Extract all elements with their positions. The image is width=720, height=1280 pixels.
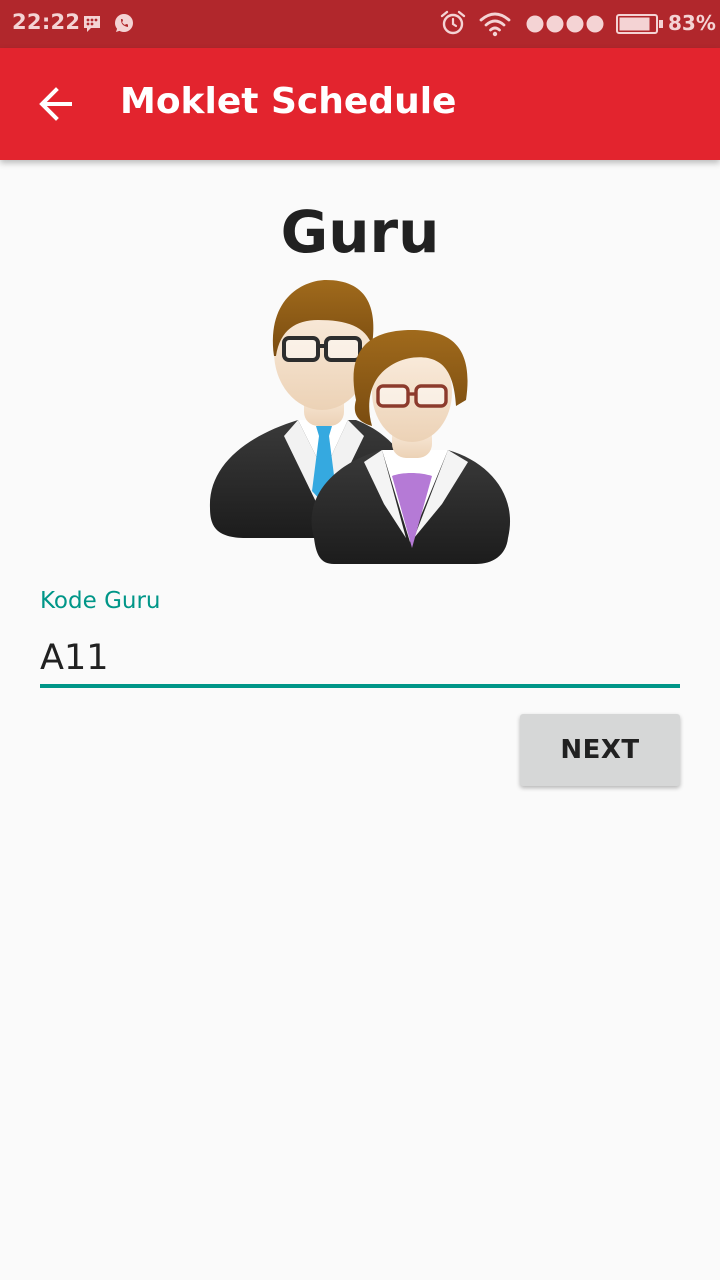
input-underline bbox=[40, 684, 680, 688]
alarm-icon bbox=[440, 10, 466, 35]
battery-icon bbox=[616, 14, 663, 34]
teachers-icon bbox=[209, 280, 511, 564]
arrow-back-icon bbox=[39, 87, 72, 121]
status-time: 22:22 bbox=[12, 10, 81, 34]
bbm-icon bbox=[84, 16, 100, 32]
kode-guru-input[interactable] bbox=[40, 632, 680, 684]
back-button[interactable] bbox=[24, 72, 88, 136]
app-title: Moklet Schedule bbox=[120, 81, 457, 122]
kode-guru-label: Kode Guru bbox=[40, 588, 161, 614]
app-bar: Moklet Schedule bbox=[0, 48, 720, 160]
signal-icon bbox=[526, 15, 604, 33]
wifi-icon bbox=[479, 12, 511, 37]
status-bar: 22:22 83% bbox=[0, 0, 720, 48]
next-button[interactable]: NEXT bbox=[520, 714, 680, 786]
battery-percent: 83% bbox=[668, 11, 716, 35]
whatsapp-icon bbox=[115, 14, 133, 32]
page-heading: Guru bbox=[280, 198, 440, 266]
